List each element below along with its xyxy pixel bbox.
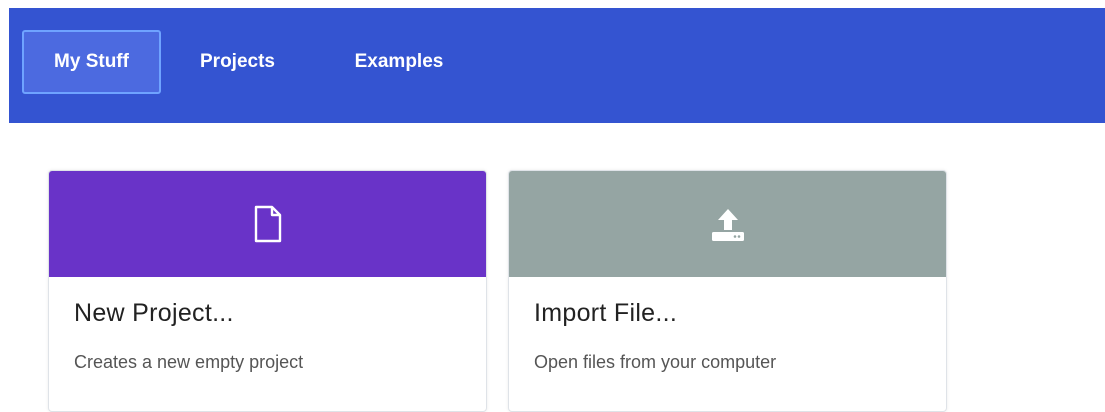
new-project-description: Creates a new empty project	[74, 352, 304, 372]
import-file-card[interactable]: Import File... Open files from your comp…	[508, 170, 947, 412]
new-project-title: New Project...	[74, 299, 234, 327]
tab-my-stuff[interactable]: My Stuff	[22, 30, 161, 94]
import-file-card-header	[509, 171, 946, 277]
tab-examples-label: Examples	[354, 51, 444, 72]
upload-icon	[711, 209, 744, 241]
tab-my-stuff-label: My Stuff	[54, 51, 129, 72]
import-file-description: Open files from your computer	[534, 352, 777, 372]
top-navigation-bar: My Stuff Projects Examples	[9, 8, 1105, 123]
new-project-card-header	[49, 171, 486, 277]
tab-projects[interactable]: Projects	[184, 30, 291, 94]
new-project-card[interactable]: New Project... Creates a new empty proje…	[48, 170, 487, 412]
import-file-title: Import File...	[534, 299, 678, 327]
app-frame: My Stuff Projects Examples New Project..…	[0, 0, 1105, 412]
file-icon	[254, 205, 281, 243]
tab-examples[interactable]: Examples	[335, 30, 463, 94]
tab-projects-label: Projects	[200, 51, 275, 72]
